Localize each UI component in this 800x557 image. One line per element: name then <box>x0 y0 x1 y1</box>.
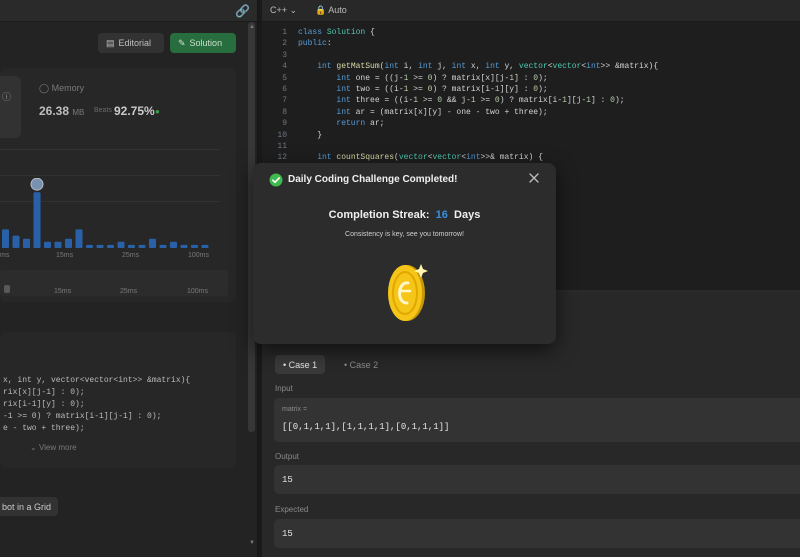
code-line[interactable]: int three = ((i-1 >= 0 && j-1 >= 0) ? ma… <box>298 96 624 105</box>
code-line[interactable]: } <box>298 131 322 140</box>
line-number: 1 <box>282 28 287 37</box>
line-number: 2 <box>282 39 287 49</box>
input-box: matrix = [[0,1,1,1],[1,1,1,1],[0,1,1,1]] <box>274 398 800 442</box>
coin-icon <box>388 264 428 321</box>
modal-message: Consistency is key, see you tomorrow! <box>345 231 464 238</box>
line-number: 5 <box>282 73 287 83</box>
language-select[interactable]: C++ ⌄ <box>270 5 297 16</box>
output-box: 15 <box>274 465 800 494</box>
code-line[interactable]: int two = ((i-1 >= 0) ? matrix[i-1][y] :… <box>298 85 547 94</box>
output-value: 15 <box>282 475 293 485</box>
line-number: 8 <box>282 107 287 117</box>
line-number: 12 <box>277 153 287 163</box>
line-number: 10 <box>277 130 287 140</box>
input-label: Input <box>275 384 293 393</box>
code-line[interactable]: return ar; <box>298 119 384 128</box>
auto-mode[interactable]: 🔒 Auto <box>315 5 347 16</box>
input-variable-name: matrix = <box>282 406 308 413</box>
expected-value: 15 <box>282 529 293 539</box>
modal-title: Daily Coding Challenge Completed! <box>288 174 458 185</box>
code-line[interactable]: int countSquares(vector<vector<int>>& ma… <box>298 153 543 162</box>
app-root: 🔗 ▤ Editorial ✎ Solution ⓘ ◯ Memory 26.3… <box>0 0 800 557</box>
line-number: 7 <box>282 96 287 106</box>
tab-case-2[interactable]: • Case 2 <box>336 355 386 374</box>
code-line[interactable]: int one = ((j-1 >= 0) ? matrix[x][j-1] :… <box>298 74 547 83</box>
code-line[interactable]: int ar = (matrix[x][y] - one - two + thr… <box>298 108 547 117</box>
challenge-complete-modal: Daily Coding Challenge Completed! Comple… <box>253 163 556 344</box>
tab-case-1[interactable]: • Case 1 <box>275 355 326 374</box>
line-number: 6 <box>282 85 287 94</box>
line-number: 9 <box>282 119 287 129</box>
line-number: 11 <box>277 142 287 151</box>
code-line[interactable]: int getMatSum(int i, int j, int x, int y… <box>298 62 658 71</box>
streak-number: 16 <box>435 209 448 221</box>
expected-box: 15 <box>274 519 800 548</box>
close-icon[interactable] <box>527 171 541 185</box>
check-circle-icon <box>269 173 283 187</box>
editor-toolbar: C++ ⌄ 🔒 Auto <box>262 0 800 22</box>
code-line[interactable]: class Solution { <box>298 28 375 37</box>
input-value: [[0,1,1,1],[1,1,1,1],[0,1,1,1]] <box>282 422 450 432</box>
code-line[interactable]: public: <box>298 39 332 48</box>
expected-label: Expected <box>275 505 309 514</box>
output-label: Output <box>275 452 300 461</box>
streak-text: Completion Streak: 16 Days <box>328 209 481 221</box>
line-number: 3 <box>282 50 287 60</box>
line-number: 4 <box>282 62 287 72</box>
overlay-dim <box>0 0 258 557</box>
